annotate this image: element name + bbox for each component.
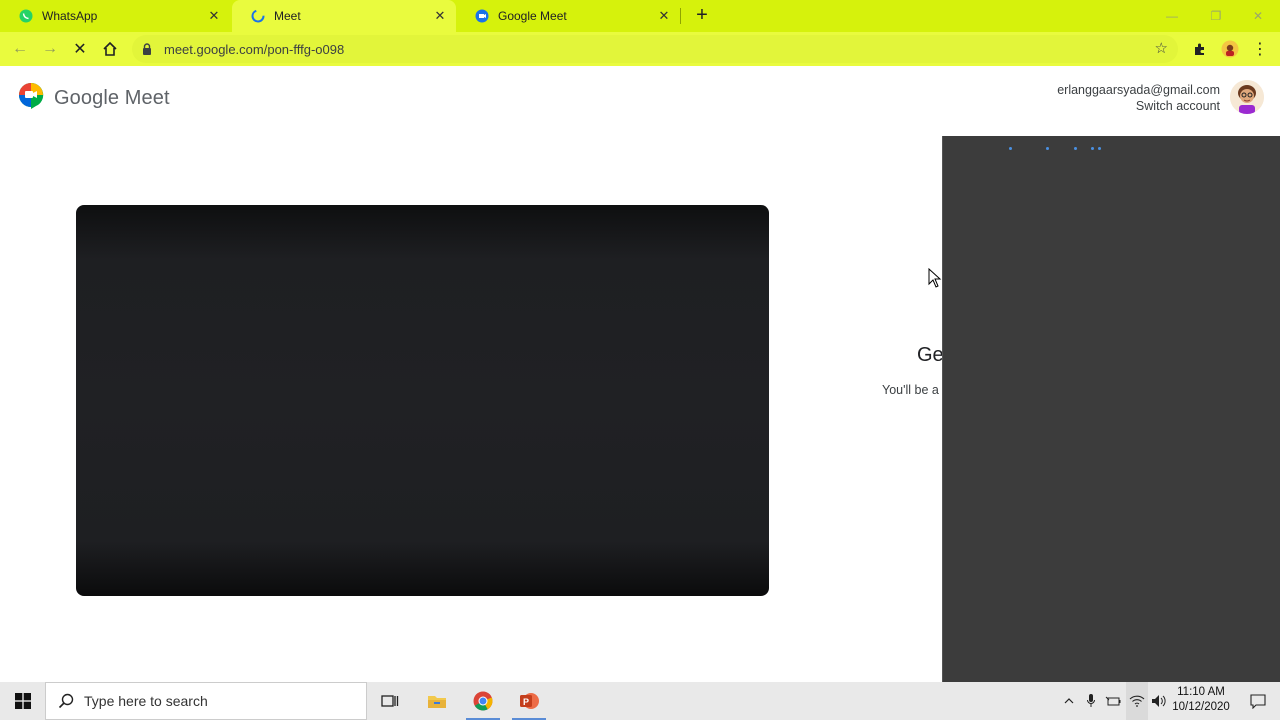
tab-whatsapp[interactable]: WhatsApp ✕ (0, 0, 230, 32)
notification-center-icon[interactable] (1236, 682, 1280, 720)
powerpoint-taskbar-icon[interactable]: P (506, 682, 552, 720)
taskbar-search-box[interactable]: Type here to search (45, 682, 367, 720)
close-tab-icon[interactable]: ✕ (430, 8, 450, 24)
tab-title: Meet (274, 9, 301, 23)
new-tab-button[interactable]: + (690, 4, 714, 28)
search-icon (58, 693, 74, 709)
stop-loading-icon[interactable]: ✕ (68, 37, 92, 61)
loading-dot (1091, 147, 1094, 150)
restore-icon[interactable]: ❐ (1194, 0, 1238, 32)
google-meet-icon (474, 8, 490, 24)
volume-icon[interactable] (1148, 682, 1170, 720)
loading-overlay-panel (942, 136, 1280, 682)
minimize-icon[interactable]: — (1150, 0, 1194, 32)
close-tab-icon[interactable]: ✕ (204, 8, 224, 24)
whatsapp-icon (18, 8, 34, 24)
join-subtitle: You'll be a (882, 383, 939, 397)
avatar[interactable] (1230, 80, 1264, 114)
google-meet-icon (18, 82, 44, 115)
close-window-icon[interactable]: ✕ (1236, 0, 1280, 32)
bookmark-star-icon[interactable]: ☆ (1155, 39, 1168, 57)
file-explorer-icon[interactable] (414, 682, 460, 720)
windows-taskbar: Type here to search P 11:10 AM 10/12/202… (0, 682, 1280, 720)
tab-separator (680, 8, 681, 24)
close-tab-icon[interactable]: ✕ (654, 8, 674, 24)
tab-title: Google Meet (498, 9, 567, 23)
loading-dot (1074, 147, 1077, 150)
microphone-icon[interactable] (1082, 682, 1100, 720)
back-icon[interactable]: ← (8, 37, 32, 61)
svg-text:P: P (523, 697, 529, 707)
camera-preview (76, 205, 769, 596)
windows-start-button[interactable] (0, 682, 45, 720)
extensions-icon[interactable] (1188, 37, 1212, 61)
account-info: erlanggaarsyada@gmail.com Switch account (1057, 82, 1220, 114)
forward-icon[interactable]: → (38, 37, 62, 61)
menu-kebab-icon[interactable]: ⋮ (1248, 37, 1272, 61)
chrome-taskbar-icon[interactable] (460, 682, 506, 720)
clock-date: 10/12/2020 (1172, 701, 1230, 713)
google-meet-logo[interactable]: Google Meet (18, 82, 170, 115)
loading-dot (1009, 147, 1012, 150)
wifi-icon[interactable] (1126, 682, 1148, 720)
tab-title: WhatsApp (42, 9, 98, 23)
loading-dot (1098, 147, 1101, 150)
url-text: meet.google.com/pon-fffg-o098 (164, 41, 345, 57)
profile-avatar-icon[interactable] (1218, 37, 1242, 61)
battery-icon[interactable] (1102, 682, 1124, 720)
loading-icon (250, 8, 266, 24)
tab-google-meet[interactable]: Google Meet ✕ (456, 0, 680, 32)
address-bar[interactable]: meet.google.com/pon-fffg-o098 ☆ (132, 35, 1178, 63)
logo-wordmark: Google Meet (54, 87, 170, 109)
mouse-cursor-icon (928, 267, 942, 293)
task-view-icon[interactable] (367, 682, 413, 720)
loading-dot (1046, 147, 1049, 150)
search-placeholder: Type here to search (84, 693, 208, 709)
loading-dots (943, 147, 1280, 151)
show-hidden-icons-chevron-icon[interactable] (1058, 682, 1080, 720)
browser-toolbar: ← → ✕ meet.google.com/pon-fffg-o098 ☆ ⋮ (0, 32, 1280, 66)
clock-time: 11:10 AM (1177, 686, 1225, 698)
tab-strip: WhatsApp ✕ Meet ✕ Google Meet ✕ + — ❐ ✕ (0, 0, 1280, 32)
lock-icon (142, 43, 156, 55)
windows-logo-icon (14, 693, 31, 709)
meet-page: Google Meet erlanggaarsyada@gmail.com Sw… (0, 66, 1280, 682)
home-icon[interactable] (98, 37, 122, 61)
join-heading: Ge (917, 344, 944, 366)
tab-meet[interactable]: Meet ✕ (232, 0, 456, 32)
account-email: erlanggaarsyada@gmail.com (1057, 83, 1220, 97)
system-clock[interactable]: 11:10 AM 10/12/2020 (1168, 685, 1234, 715)
switch-account-link[interactable]: Switch account (1057, 98, 1220, 114)
